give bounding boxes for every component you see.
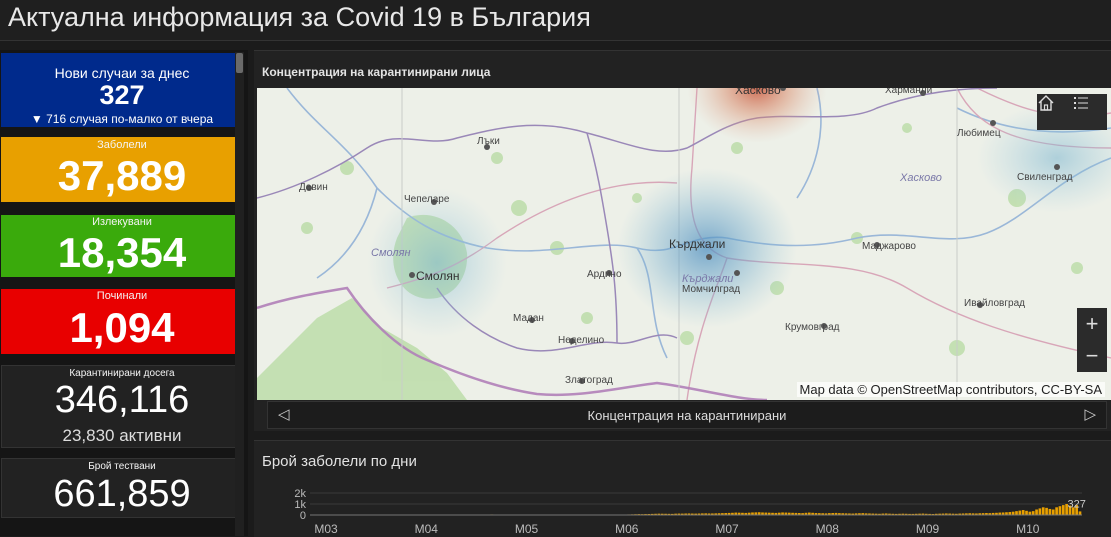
map-panel-title: Концентрация на карантинирани лица — [262, 65, 490, 79]
map-label-smolyan: Смолян — [416, 269, 459, 283]
map-label-haskovo-region: Хасково — [900, 172, 942, 184]
tests-value: 661,859 — [2, 475, 242, 513]
chart-bar — [1032, 511, 1035, 515]
chart-bar — [1039, 508, 1042, 515]
map-label-lyubimets: Любимец — [957, 128, 1001, 139]
deaths-label: Починали — [1, 290, 243, 302]
map-label-devin: Девин — [299, 182, 328, 193]
scrollbar-thumb[interactable] — [236, 53, 243, 73]
chart-bar — [1022, 510, 1025, 515]
zoom-out-button[interactable]: − — [1077, 340, 1107, 372]
map-label-svilengrad: Свиленград — [1017, 172, 1073, 183]
recovered-value: 18,354 — [1, 232, 243, 274]
map-label-madzharovo: Маджарово — [862, 241, 916, 252]
chart-bar — [1045, 508, 1048, 515]
new-cases-note: ▼ 716 случая по-малко от вчера — [1, 112, 243, 126]
x-tick-label: M09 — [916, 522, 940, 536]
x-tick-label: M04 — [415, 522, 439, 536]
recovered-label: Излекувани — [1, 216, 243, 228]
quarantined-value: 346,116 — [2, 381, 242, 419]
map-label-krumovgrad: Крумовград — [785, 322, 840, 333]
list-icon — [1072, 94, 1090, 112]
chart-bar — [1079, 511, 1082, 515]
daily-chart[interactable]: 2k1k0M03M04M05M06M07M08M09M10327 — [254, 441, 1111, 537]
map-label-ivaylovgrad: Ивайловград — [964, 298, 1025, 309]
map-label-chepelare: Чепеларе — [404, 194, 449, 205]
daily-chart-panel: Брой заболели по дни 2k1k0M03M04M05M06M0… — [254, 440, 1111, 537]
map-label-nedelino: Неделино — [558, 335, 604, 346]
tests-label: Брой тествани — [2, 461, 242, 472]
chart-bar — [1035, 510, 1038, 516]
map-label-ardino: Ардино — [587, 269, 622, 280]
page-title: Актуална информация за Covid 19 в Българ… — [8, 2, 591, 33]
header-bar: Актуална информация за Covid 19 в Българ… — [0, 0, 1111, 41]
new-cases-card: Нови случаи за днес 327 ▼ 716 случая по-… — [1, 53, 243, 127]
quarantined-active: 23,830 активни — [2, 426, 242, 446]
quarantined-label: Карантинирани досега — [2, 368, 242, 379]
new-cases-label: Нови случаи за днес — [1, 65, 243, 81]
chart-bar — [1062, 505, 1065, 515]
chart-bar — [1049, 509, 1052, 515]
map-label-madan: Мадан — [513, 313, 544, 324]
infected-label: Заболели — [1, 139, 243, 151]
tests-card: Брой тествани 661,859 — [1, 458, 243, 518]
x-tick-label: M08 — [816, 522, 840, 536]
x-tick-label: M07 — [715, 522, 739, 536]
indicators-panel[interactable]: Нови случаи за днес 327 ▼ 716 случая по-… — [0, 50, 248, 536]
zoom-in-button[interactable]: + — [1077, 308, 1107, 340]
chart-bar — [1025, 511, 1028, 515]
y-tick-label: 0 — [300, 510, 306, 522]
chart-bar — [1015, 511, 1018, 515]
map-pager: ◁ Концентрация на карантинирани ▷ — [267, 401, 1107, 429]
deaths-value: 1,094 — [1, 307, 243, 349]
infected-value: 37,889 — [1, 155, 243, 197]
new-cases-value: 327 — [1, 82, 243, 109]
infected-card: Заболели 37,889 — [1, 137, 243, 202]
map-label-kardzhali: Кърджали — [669, 237, 725, 251]
chart-bar — [1019, 511, 1022, 515]
map-view[interactable]: Хасково Харманли Любимец Хасково Свиленг… — [257, 88, 1111, 400]
x-tick-label: M06 — [615, 522, 639, 536]
recovered-card: Излекувани 18,354 — [1, 215, 243, 277]
map-label-smolyan-region: Смолян — [371, 247, 411, 259]
zoom-controls: + − — [1077, 308, 1107, 372]
map-label-harmanli: Харманли — [885, 88, 932, 96]
chart-bar — [1052, 510, 1055, 516]
map-attribution: Map data © OpenStreetMap contributors, C… — [797, 382, 1105, 397]
map-label-momchilgrad: Момчилград — [682, 284, 740, 295]
x-tick-label: M10 — [1016, 522, 1040, 536]
map-label-lyki: Лъки — [477, 136, 500, 147]
map-toolbar — [1037, 94, 1107, 130]
heat-smolyan — [367, 188, 507, 338]
chart-bar — [1042, 507, 1045, 515]
map-panel: Концентрация на карантинирани лица — [254, 50, 1111, 431]
next-arrow-icon[interactable]: ▷ — [1084, 405, 1096, 423]
pager-label: Концентрация на карантинирани — [268, 408, 1106, 423]
home-icon — [1037, 94, 1055, 112]
map-label-zlatograd: Златоград — [565, 375, 613, 386]
map-label-haskovo-top: Хасково — [735, 88, 781, 97]
x-tick-label: M03 — [314, 522, 338, 536]
home-button[interactable] — [1037, 94, 1072, 130]
layers-list-button[interactable] — [1072, 94, 1107, 130]
x-tick-label: M05 — [515, 522, 539, 536]
data-label-last: 327 — [1067, 498, 1085, 510]
chart-bar — [1055, 507, 1058, 515]
quarantined-card: Карантинирани досега 346,116 23,830 акти… — [1, 365, 243, 448]
scrollbar-track[interactable] — [235, 52, 244, 536]
deaths-card: Починали 1,094 — [1, 289, 243, 354]
chart-bar — [1059, 506, 1062, 515]
